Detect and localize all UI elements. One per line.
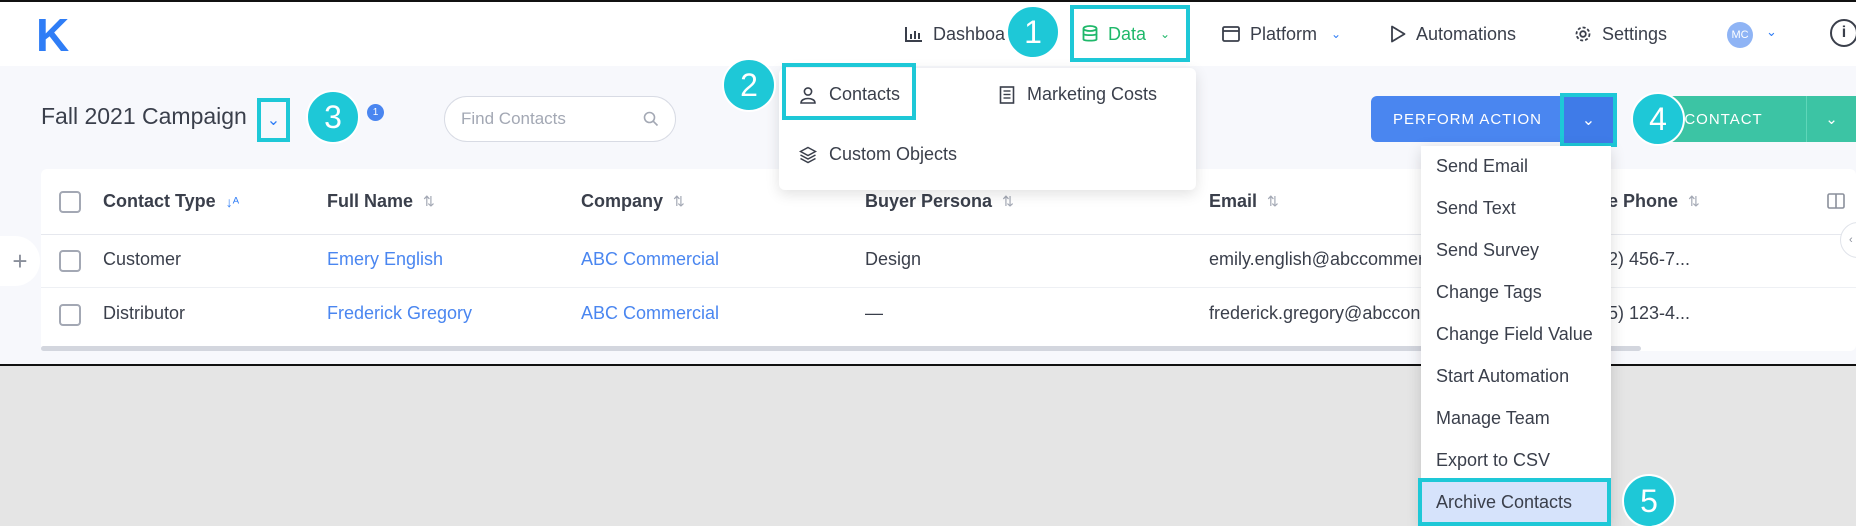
chevron-down-icon: ⌄	[1825, 111, 1838, 128]
nav-dashboard-label: Dashboa	[933, 23, 1006, 44]
chevron-down-icon: ⌄	[1331, 27, 1342, 41]
cell-contact-type: Customer	[103, 249, 182, 269]
perform-action-menu: Send Email Send Text Send Survey Change …	[1421, 146, 1611, 526]
action-manage-team[interactable]: Manage Team	[1436, 408, 1550, 429]
page-title: Fall 2021 Campaign	[41, 103, 247, 129]
notification-badge[interactable]: 1	[367, 104, 384, 121]
action-change-tags[interactable]: Change Tags	[1436, 282, 1542, 303]
sort-icon[interactable]: ⇅	[1267, 193, 1279, 210]
data-nav-highlight-box	[1070, 5, 1190, 62]
avatar[interactable]: MC	[1727, 22, 1753, 48]
nav-automations[interactable]: Automations	[1390, 22, 1516, 46]
horizontal-scrollbar[interactable]	[41, 346, 1641, 351]
play-icon	[1391, 25, 1406, 43]
chevron-left-icon: ‹	[1849, 234, 1853, 246]
chevron-down-icon: ⌄	[266, 112, 281, 129]
gear-icon	[1575, 26, 1591, 42]
cell-phone: 12) 456-7...	[1598, 249, 1691, 269]
action-change-field-value[interactable]: Change Field Value	[1436, 324, 1593, 345]
chevron-down-icon[interactable]: ⌄	[1766, 24, 1777, 40]
action-send-email[interactable]: Send Email	[1436, 156, 1528, 177]
nav-settings-label: Settings	[1602, 23, 1668, 44]
column-header-buyer-persona[interactable]: Buyer Persona ⇅	[865, 191, 1014, 212]
chevron-down-icon: ⌄	[1581, 112, 1596, 129]
sort-icon[interactable]: ⇅	[1688, 193, 1700, 210]
search-input[interactable]	[461, 109, 631, 129]
cell-buyer-persona: Design	[865, 249, 922, 269]
cell-email: frederick.gregory@abccon	[1209, 303, 1421, 323]
columns-icon[interactable]	[1827, 193, 1845, 209]
top-nav: K Dashboa Data ⌄ Platform ⌄ Automations …	[0, 2, 1856, 66]
cell-company-link[interactable]: ABC Commercial	[581, 249, 719, 270]
cell-company-link[interactable]: ABC Commercial	[581, 303, 719, 324]
row-checkbox[interactable]	[59, 304, 81, 326]
perform-action-button[interactable]: PERFORM ACTION	[1371, 96, 1564, 142]
nav-automations-label: Automations	[1416, 23, 1517, 44]
sort-icon[interactable]: ⇅	[1002, 193, 1014, 210]
cell-full-name-link[interactable]: Frederick Gregory	[327, 303, 472, 324]
nav-platform-label: Platform	[1250, 23, 1318, 44]
action-archive-contacts[interactable]: Archive Contacts	[1436, 492, 1572, 513]
cell-email: emily.english@abccommer	[1209, 249, 1421, 269]
receipt-icon	[999, 85, 1015, 104]
column-header-full-name[interactable]: Full Name ⇅	[327, 191, 435, 212]
sort-icon[interactable]: ⇅	[423, 193, 435, 210]
nav-dashboard[interactable]: Dashboa	[905, 22, 1005, 46]
callout-step-4: 4	[1631, 92, 1685, 146]
column-header-email[interactable]: Email ⇅	[1209, 191, 1279, 212]
action-send-text[interactable]: Send Text	[1436, 198, 1516, 219]
action-send-survey[interactable]: Send Survey	[1436, 240, 1539, 261]
new-contact-dropdown-toggle[interactable]: ⌄	[1806, 96, 1856, 142]
cell-buyer-persona: —	[865, 303, 883, 323]
app-logo: K	[36, 9, 70, 61]
add-row-button[interactable]: +	[0, 236, 40, 286]
layers-icon	[799, 146, 817, 163]
row-checkbox[interactable]	[59, 250, 81, 272]
column-header-company[interactable]: Company ⇅	[581, 191, 685, 212]
menu-item-marketing-costs[interactable]: Marketing Costs	[999, 84, 1157, 105]
nav-settings[interactable]: Settings	[1574, 22, 1667, 46]
action-export-csv[interactable]: Export to CSV	[1436, 450, 1550, 471]
search-box[interactable]	[444, 96, 676, 142]
callout-step-2: 2	[722, 58, 776, 112]
column-header-contact-type[interactable]: Contact Type ↓ᴬ	[103, 191, 239, 212]
menu-item-custom-objects[interactable]: Custom Objects	[799, 144, 957, 165]
callout-step-1: 1	[1006, 5, 1060, 59]
info-icon[interactable]: i	[1830, 19, 1856, 47]
perform-action-dropdown-toggle[interactable]: ⌄	[1560, 93, 1617, 147]
cell-full-name-link[interactable]: Emery English	[327, 249, 443, 270]
callout-step-3: 3	[306, 90, 360, 144]
campaign-dropdown-toggle[interactable]: ⌄	[257, 98, 290, 142]
search-icon[interactable]	[643, 111, 659, 127]
sort-az-icon[interactable]: ↓ᴬ	[226, 194, 239, 210]
action-start-automation[interactable]: Start Automation	[1436, 366, 1569, 387]
nav-platform[interactable]: Platform ⌄	[1222, 22, 1341, 46]
browser-window-icon	[1222, 26, 1240, 42]
cell-contact-type: Distributor	[103, 303, 186, 323]
sort-icon[interactable]: ⇅	[673, 193, 685, 210]
cell-phone: 55) 123-4...	[1598, 303, 1691, 323]
bar-chart-icon	[905, 27, 922, 42]
column-header-mobile-phone[interactable]: ile Phone ⇅	[1598, 191, 1700, 212]
select-all-checkbox[interactable]	[59, 191, 81, 213]
contacts-highlight-box	[782, 63, 916, 120]
callout-step-5: 5	[1622, 474, 1676, 526]
